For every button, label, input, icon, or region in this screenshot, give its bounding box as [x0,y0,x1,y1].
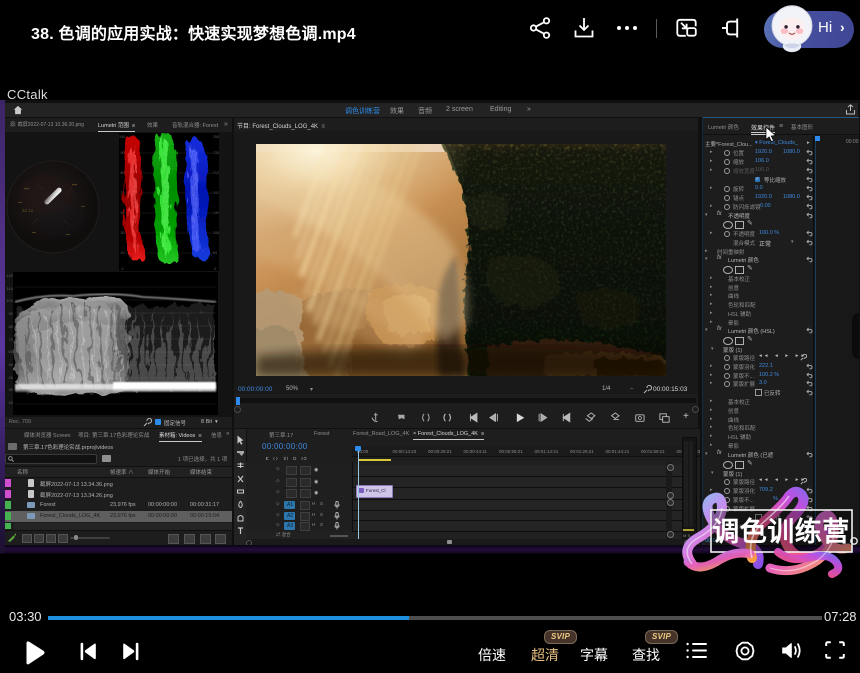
svg-text:255: 255 [213,135,219,139]
svg-text:235: 235 [213,151,219,155]
svg-text:0: 0 [214,267,216,271]
svg-text:50: 50 [121,211,125,215]
svg-text:191: 191 [213,191,219,195]
svg-text:213: 213 [213,171,219,175]
svg-text:100: 100 [119,135,125,139]
svg-text:149: 149 [213,211,219,215]
svg-text:0: 0 [122,267,124,271]
svg-text:70: 70 [121,191,125,195]
svg-text:90: 90 [121,151,125,155]
svg-text:22 1x: 22 1x [22,208,34,213]
svg-text:调色训练营: 调色训练营 [712,516,850,547]
svg-text:30: 30 [121,231,125,235]
svg-text:106: 106 [213,231,219,235]
svg-text:64: 64 [213,251,217,255]
svg-text:20: 20 [121,251,125,255]
svg-text:80: 80 [121,171,125,175]
